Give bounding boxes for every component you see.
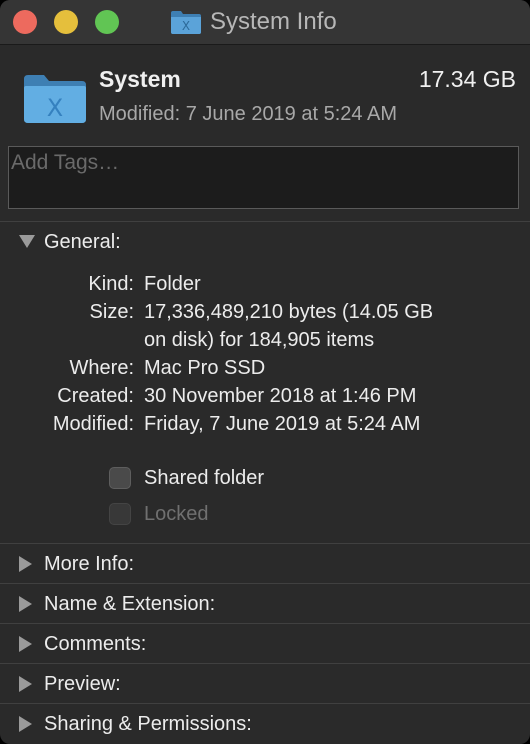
disclosure-triangle-closed-icon[interactable]: [19, 676, 32, 692]
section-sharing-permissions[interactable]: Sharing & Permissions:: [0, 704, 530, 744]
info-key: Modified:: [52, 413, 134, 435]
section-name-extension[interactable]: Name & Extension:: [0, 584, 530, 624]
svg-text:X: X: [47, 94, 63, 122]
item-name: System: [99, 66, 181, 92]
section-label: Sharing & Permissions:: [44, 713, 252, 735]
window-title-group: X System Info: [170, 7, 337, 37]
section-label: Preview:: [44, 673, 121, 695]
tags-placeholder: Add Tags…: [11, 151, 120, 174]
locked-checkbox: [109, 503, 131, 525]
info-value: Folder: [144, 273, 201, 295]
info-header: X System 17.34 GB Modified: 7 June 2019 …: [0, 45, 530, 141]
zoom-button[interactable]: [95, 10, 119, 34]
locked-label: Locked: [144, 502, 209, 525]
info-value: Mac Pro SSD: [144, 357, 266, 379]
item-size: 17.34 GB: [418, 66, 516, 92]
section-preview[interactable]: Preview:: [0, 664, 530, 704]
disclosure-triangle-closed-icon[interactable]: [19, 716, 32, 732]
disclosure-triangle-closed-icon[interactable]: [19, 556, 32, 572]
window-title: System Info: [210, 8, 337, 35]
shared-folder-label: Shared folder: [144, 466, 265, 489]
general-section-label: General:: [44, 231, 121, 253]
system-folder-icon: X: [171, 11, 201, 34]
shared-folder-option[interactable]: Shared folder: [109, 466, 264, 490]
disclosure-triangle-closed-icon[interactable]: [19, 596, 32, 612]
locked-option: Locked: [109, 502, 209, 526]
section-comments[interactable]: Comments:: [0, 624, 530, 664]
svg-text:X: X: [182, 19, 190, 33]
system-folder-icon: X: [24, 75, 86, 123]
section-more-info[interactable]: More Info:: [0, 544, 530, 584]
disclosure-triangle-open-icon[interactable]: [19, 235, 35, 248]
section-label: Name & Extension:: [44, 593, 216, 615]
info-value: Friday, 7 June 2019 at 5:24 AM: [144, 413, 421, 435]
info-value: 30 November 2018 at 1:46 PM: [144, 385, 417, 407]
title-bar[interactable]: X System Info: [0, 0, 530, 45]
shared-folder-checkbox[interactable]: [109, 467, 131, 489]
info-key: Where:: [69, 357, 134, 379]
info-key: Size:: [89, 301, 134, 323]
disclosure-triangle-closed-icon[interactable]: [19, 636, 32, 652]
info-value: 17,336,489,210 bytes (14.05 GB: [144, 301, 434, 323]
item-modified: Modified: 7 June 2019 at 5:24 AM: [99, 103, 397, 125]
close-button[interactable]: [13, 10, 37, 34]
minimize-button[interactable]: [54, 10, 78, 34]
info-window: X System Info X System 17.34 GB Modified…: [0, 0, 530, 744]
info-key: Created:: [57, 385, 134, 407]
info-value: on disk) for 184,905 items: [144, 329, 375, 351]
divider: [0, 221, 530, 222]
section-label: More Info:: [44, 553, 135, 575]
info-key: Kind:: [88, 273, 134, 295]
section-label: Comments:: [44, 633, 147, 655]
tags-field[interactable]: Add Tags…: [8, 146, 519, 209]
